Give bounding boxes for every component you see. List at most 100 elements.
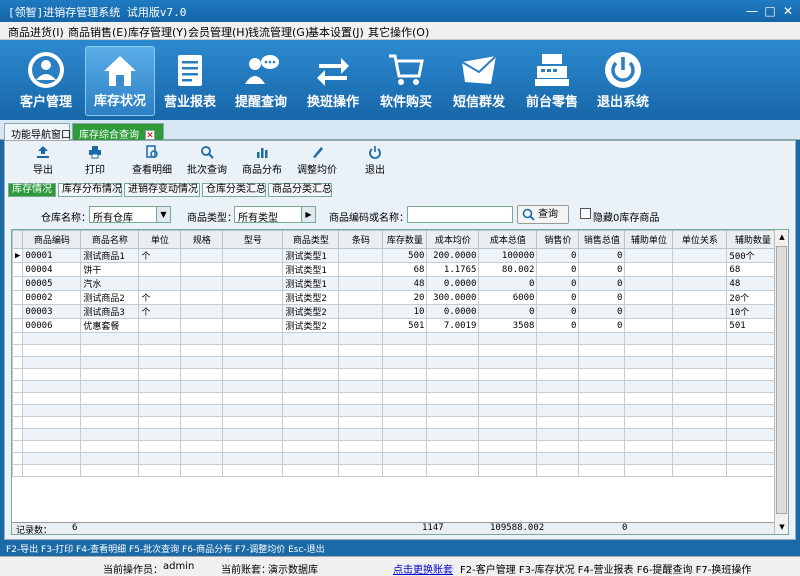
table-cell[interactable] bbox=[578, 416, 626, 429]
table-cell[interactable] bbox=[426, 344, 480, 357]
table-cell[interactable] bbox=[222, 392, 284, 405]
table-cell[interactable] bbox=[478, 416, 538, 429]
table-cell[interactable]: 100000 bbox=[478, 248, 538, 263]
table-cell[interactable] bbox=[726, 356, 780, 369]
table-cell[interactable] bbox=[80, 452, 140, 465]
table-cell[interactable]: 48 bbox=[726, 276, 780, 291]
hide-zero-checkbox[interactable] bbox=[580, 208, 591, 219]
table-row[interactable]: 00006 优惠套餐 测试类型2 501 7.0019 3508 0 0 501 bbox=[12, 318, 780, 333]
table-cell[interactable] bbox=[426, 392, 480, 405]
col-header[interactable]: 库存数量 bbox=[382, 230, 428, 249]
table-cell[interactable] bbox=[180, 262, 224, 277]
table-cell[interactable] bbox=[138, 464, 182, 477]
table-cell[interactable] bbox=[624, 428, 674, 441]
table-row[interactable]: ▶ 00001 测试商品1 个测试类型1 500 200.0000 100000 0 0 500个 bbox=[12, 248, 780, 263]
table-cell[interactable]: 0 bbox=[536, 304, 580, 319]
table-cell[interactable]: 00003 bbox=[22, 304, 82, 319]
table-cell[interactable]: 00004 bbox=[22, 262, 82, 277]
table-cell[interactable] bbox=[578, 332, 626, 345]
table-cell[interactable]: 0 bbox=[578, 318, 626, 333]
table-row[interactable] bbox=[12, 332, 780, 345]
table-cell[interactable]: 20个 bbox=[726, 290, 780, 305]
table-row[interactable]: 00002 测试商品2 个测试类型2 20 300.0000 6000 0 0 20个 bbox=[12, 290, 780, 305]
table-cell[interactable] bbox=[138, 440, 182, 453]
switch-account-link[interactable]: 点击更换账套 bbox=[393, 561, 453, 576]
table-cell[interactable] bbox=[138, 428, 182, 441]
table-cell[interactable]: 汽水 bbox=[80, 276, 140, 291]
col-header[interactable]: 型号 bbox=[222, 230, 284, 249]
table-cell[interactable] bbox=[338, 318, 384, 333]
table-cell[interactable] bbox=[338, 464, 384, 477]
table-cell[interactable] bbox=[478, 344, 538, 357]
maximize-button[interactable]: □ bbox=[762, 3, 778, 19]
table-cell[interactable] bbox=[338, 440, 384, 453]
toolbar-customer-button[interactable]: 客户管理 bbox=[11, 46, 81, 116]
menu-settings[interactable]: 基本设置(J) bbox=[308, 24, 364, 40]
table-cell[interactable] bbox=[624, 404, 674, 417]
table-cell[interactable] bbox=[180, 304, 224, 319]
table-cell[interactable] bbox=[478, 356, 538, 369]
table-cell[interactable] bbox=[180, 248, 224, 263]
table-row[interactable] bbox=[12, 404, 780, 417]
table-cell[interactable] bbox=[338, 392, 384, 405]
table-cell[interactable]: 测试类型2 bbox=[282, 318, 340, 333]
table-cell[interactable] bbox=[282, 464, 340, 477]
table-cell[interactable]: 00006 bbox=[22, 318, 82, 333]
tab-navigation[interactable]: 功能导航窗口 bbox=[4, 123, 71, 141]
toolbar-report-button[interactable]: 营业报表 bbox=[155, 46, 225, 116]
table-cell[interactable] bbox=[80, 464, 140, 477]
col-header[interactable]: 辅助数量 bbox=[726, 230, 780, 249]
table-row[interactable]: 00005 汽水 测试类型1 48 0.0000 0 0 0 48 bbox=[12, 276, 780, 291]
table-cell[interactable] bbox=[138, 416, 182, 429]
toolbar-sms-button[interactable]: 短信群发 bbox=[444, 46, 514, 116]
table-cell[interactable] bbox=[578, 356, 626, 369]
table-cell[interactable] bbox=[22, 404, 82, 417]
table-cell[interactable]: 个 bbox=[138, 304, 182, 319]
table-cell[interactable] bbox=[22, 344, 82, 357]
table-cell[interactable]: 1.1765 bbox=[426, 262, 480, 277]
table-cell[interactable]: 0.0000 bbox=[426, 304, 480, 319]
toolbar-exit-button[interactable]: 退出系统 bbox=[588, 46, 658, 116]
table-cell[interactable] bbox=[222, 332, 284, 345]
table-cell[interactable]: 3508 bbox=[478, 318, 538, 333]
table-cell[interactable] bbox=[536, 356, 580, 369]
table-cell[interactable] bbox=[338, 262, 384, 277]
table-cell[interactable] bbox=[624, 262, 674, 277]
table-cell[interactable] bbox=[578, 440, 626, 453]
table-cell[interactable] bbox=[80, 356, 140, 369]
table-cell[interactable] bbox=[426, 332, 480, 345]
table-cell[interactable] bbox=[180, 344, 224, 357]
table-cell[interactable] bbox=[578, 380, 626, 393]
table-cell[interactable] bbox=[672, 464, 728, 477]
table-cell[interactable] bbox=[180, 356, 224, 369]
table-cell[interactable]: 0 bbox=[578, 262, 626, 277]
table-cell[interactable] bbox=[180, 416, 224, 429]
table-cell[interactable] bbox=[478, 464, 538, 477]
table-cell[interactable] bbox=[338, 452, 384, 465]
table-cell[interactable]: 测试类型1 bbox=[282, 248, 340, 263]
table-cell[interactable] bbox=[180, 368, 224, 381]
table-cell[interactable] bbox=[382, 428, 428, 441]
category-select[interactable]: 所有类型 ▶ bbox=[234, 206, 316, 224]
table-cell[interactable] bbox=[672, 368, 728, 381]
table-cell[interactable] bbox=[624, 276, 674, 291]
table-cell[interactable]: 20 bbox=[382, 290, 428, 305]
table-cell[interactable] bbox=[624, 452, 674, 465]
table-cell[interactable] bbox=[426, 452, 480, 465]
table-cell[interactable] bbox=[726, 368, 780, 381]
table-cell[interactable] bbox=[180, 380, 224, 393]
table-cell[interactable] bbox=[672, 404, 728, 417]
table-cell[interactable] bbox=[672, 262, 728, 277]
table-cell[interactable]: 0 bbox=[578, 276, 626, 291]
table-cell[interactable] bbox=[22, 392, 82, 405]
table-cell[interactable] bbox=[22, 428, 82, 441]
table-cell[interactable] bbox=[222, 416, 284, 429]
table-cell[interactable]: 00001 bbox=[22, 248, 82, 263]
table-row[interactable] bbox=[12, 416, 780, 429]
warehouse-select[interactable]: 所有仓库 ▼ bbox=[89, 206, 171, 224]
table-cell[interactable] bbox=[282, 344, 340, 357]
table-cell[interactable] bbox=[180, 290, 224, 305]
table-cell[interactable] bbox=[338, 304, 384, 319]
table-cell[interactable] bbox=[726, 380, 780, 393]
subtab-category-summary[interactable]: 商品分类汇总 bbox=[268, 183, 332, 197]
